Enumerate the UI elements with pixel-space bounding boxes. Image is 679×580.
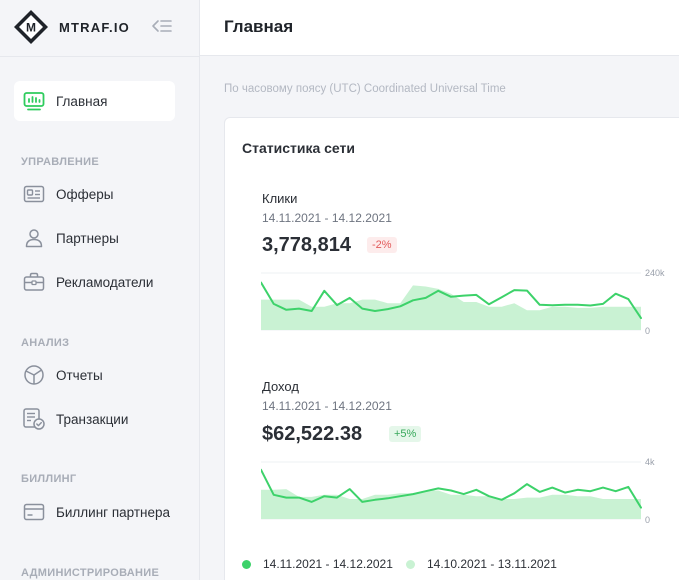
- sidebar-item-label: Главная: [56, 93, 108, 109]
- timezone-note: По часовому поясу (UTC) Coordinated Univ…: [224, 83, 506, 95]
- section-title-management: УПРАВЛЕНИЕ: [21, 156, 99, 168]
- y-tick-label-max: 4k: [645, 457, 655, 467]
- y-tick-label-min: 0: [645, 326, 650, 336]
- pie-chart-icon: [22, 363, 46, 387]
- sidebar-item-partners[interactable]: Партнеры: [14, 218, 175, 258]
- logo-letter: M: [26, 21, 36, 35]
- clicks-chart: 240k 0: [261, 268, 665, 336]
- logo-text: MTRAF.IO: [59, 19, 130, 35]
- card-title: Статистика сети: [242, 140, 355, 156]
- briefcase-icon: [22, 270, 46, 294]
- section-title-billing: БИЛЛИНГ: [21, 473, 77, 485]
- y-tick-label-max: 240k: [645, 268, 665, 278]
- legend-item-previous[interactable]: 14.10.2021 - 13.11.2021: [406, 557, 557, 571]
- legend-dot-current: [242, 559, 251, 569]
- revenue-date-range: 14.11.2021 - 14.12.2021: [262, 399, 392, 413]
- sidebar-item-offers[interactable]: Офферы: [14, 174, 175, 214]
- sidebar-item-label: Транзакции: [56, 411, 129, 427]
- section-title-analysis: АНАЛИЗ: [21, 337, 70, 349]
- legend-label-current: 14.11.2021 - 14.12.2021: [263, 557, 393, 571]
- sidebar-item-reports[interactable]: Отчеты: [14, 355, 175, 395]
- revenue-change-badge: +5%: [389, 426, 422, 442]
- clicks-change-badge: -2%: [367, 237, 397, 253]
- legend-dot-previous: [406, 559, 415, 569]
- revenue-label: Доход: [262, 379, 299, 394]
- legend-label-previous: 14.10.2021 - 13.11.2021: [427, 557, 557, 571]
- offers-icon: [22, 182, 46, 206]
- series-area-previous: [261, 285, 641, 330]
- series-area-previous: [261, 489, 641, 519]
- collapse-sidebar-button[interactable]: [150, 16, 174, 36]
- page-title: Главная: [224, 17, 294, 36]
- sidebar-item-label: Биллинг партнера: [56, 504, 171, 520]
- header: Главная: [200, 0, 679, 56]
- sidebar-item-home[interactable]: Главная: [14, 81, 175, 121]
- revenue-value: $62,522.38: [262, 423, 363, 445]
- credit-card-icon: [22, 500, 46, 524]
- sidebar-item-label: Партнеры: [56, 230, 119, 246]
- collapse-icon: [152, 20, 172, 32]
- section-title-administration: АДМИНИСТРИРОВАНИЕ: [21, 567, 160, 579]
- logo[interactable]: M MTRAF.IO: [13, 9, 173, 45]
- clicks-date-range: 14.11.2021 - 14.12.2021: [262, 211, 392, 225]
- transactions-icon: [22, 407, 46, 431]
- sidebar-divider: [0, 56, 200, 57]
- legend-item-current[interactable]: 14.11.2021 - 14.12.2021: [242, 557, 393, 571]
- sidebar-item-partner-billing[interactable]: Биллинг партнера: [14, 492, 175, 532]
- clicks-label: Клики: [262, 191, 298, 206]
- user-icon: [22, 226, 46, 250]
- sidebar-item-label: Отчеты: [56, 367, 103, 383]
- sidebar-item-label: Рекламодатели: [56, 274, 154, 290]
- y-tick-label-min: 0: [645, 515, 650, 525]
- sidebar-item-advertisers[interactable]: Рекламодатели: [14, 262, 175, 302]
- revenue-chart: 4k 0: [261, 457, 655, 525]
- logo-icon: M: [14, 10, 48, 44]
- sidebar-item-transactions[interactable]: Транзакции: [14, 399, 175, 439]
- sidebar-item-label: Офферы: [56, 186, 114, 202]
- dashboard-icon: [22, 89, 46, 113]
- sidebar: M MTRAF.IO Главная УПРАВЛЕНИЕ Офферы Пар…: [0, 0, 200, 580]
- clicks-value: 3,778,814: [262, 234, 351, 256]
- network-stats-card: Статистика сети Клики 14.11.2021 - 14.12…: [224, 117, 679, 580]
